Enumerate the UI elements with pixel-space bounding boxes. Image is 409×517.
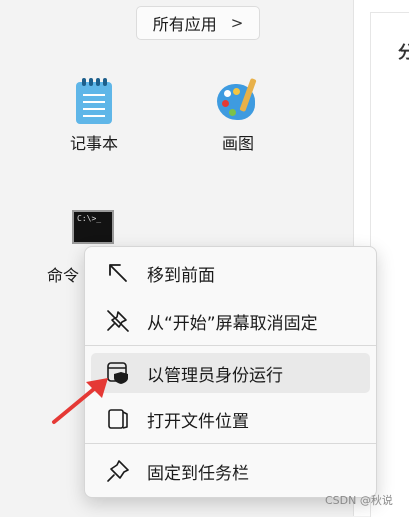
menu-item-label: 以管理员身份运行 xyxy=(147,365,283,386)
app-tile-notepad[interactable]: 记事本 xyxy=(44,78,144,154)
app-label-notepad: 记事本 xyxy=(69,134,118,153)
pin-icon xyxy=(105,458,131,484)
unpin-icon xyxy=(105,308,131,334)
watermark: CSDN @秋说 xyxy=(325,494,393,507)
menu-separator xyxy=(85,443,376,444)
menu-item-label: 从“开始”屏幕取消固定 xyxy=(147,313,318,334)
menu-item-label: 打开文件位置 xyxy=(147,411,249,432)
app-label-paint: 画图 xyxy=(221,134,254,153)
chevron-right-icon: > xyxy=(230,14,244,32)
menu-item-run-as-admin[interactable]: 以管理员身份运行 xyxy=(91,353,370,393)
paint-icon xyxy=(215,77,261,124)
menu-item-open-file-location[interactable]: 打开文件位置 xyxy=(91,399,370,439)
menu-item-label: 固定到任务栏 xyxy=(147,463,249,484)
menu-item-unpin-from-start[interactable]: 从“开始”屏幕取消固定 xyxy=(91,301,370,341)
cmd-icon: C:\>_ xyxy=(72,210,114,244)
all-apps-button[interactable]: 所有应用 > xyxy=(136,6,260,40)
menu-item-move-to-front[interactable]: 移到前面 xyxy=(91,253,370,293)
background-window-glyph: 分 xyxy=(398,43,409,63)
app-tile-paint[interactable]: 画图 xyxy=(188,77,288,154)
notepad-icon xyxy=(74,78,114,124)
app-tile-cmd[interactable]: C:\>_ xyxy=(43,210,143,244)
menu-item-label: 移到前面 xyxy=(147,265,215,286)
menu-item-pin-to-taskbar[interactable]: 固定到任务栏 xyxy=(91,451,370,491)
red-annotation-arrow xyxy=(52,378,108,424)
menu-separator xyxy=(85,345,376,346)
arrow-up-left-icon xyxy=(105,260,131,286)
context-menu: 移到前面 从“开始”屏幕取消固定 以管理员身份运行 打开文件位置 固定到任务栏 xyxy=(84,246,377,498)
app-label-cmd: 命令 xyxy=(47,266,80,285)
all-apps-label: 所有应用 xyxy=(152,15,217,34)
